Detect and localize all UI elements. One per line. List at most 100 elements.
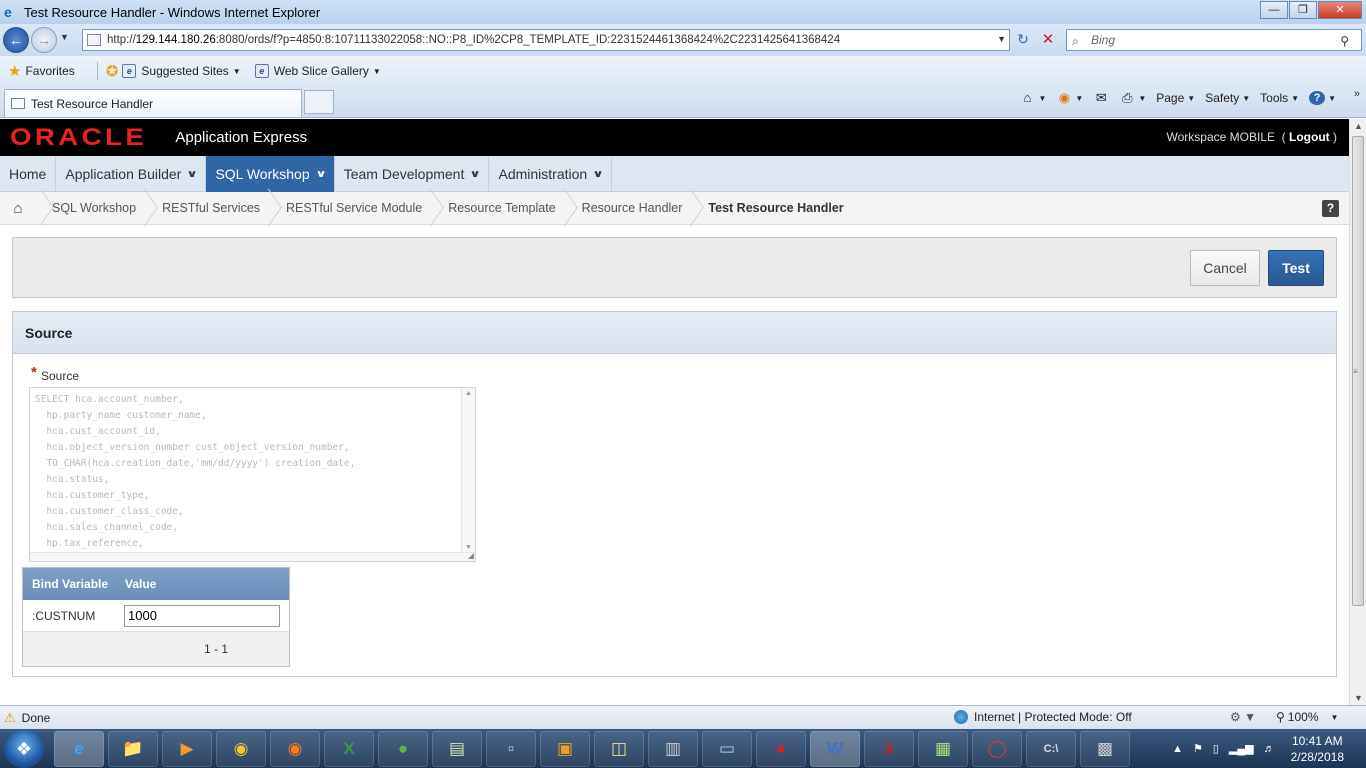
code-line: hca.customer_type, bbox=[35, 490, 150, 501]
address-dropdown-icon[interactable]: ▼ bbox=[997, 34, 1006, 44]
taskbar-remote-desktop-icon[interactable]: ▭ bbox=[702, 730, 752, 767]
taskbar-explorer-icon[interactable]: 📁 bbox=[108, 730, 158, 767]
taskbar-command-prompt-icon[interactable]: C:\ bbox=[1026, 730, 1076, 767]
volume-muted-icon[interactable]: ♬ bbox=[1264, 743, 1275, 755]
breadcrumb-restful-service-module[interactable]: RESTful Service Module bbox=[274, 192, 436, 225]
bind-variables-table: Bind Variable Value :CUSTNUM 1 - 1 bbox=[22, 567, 290, 667]
scroll-up-icon[interactable]: ▲ bbox=[1354, 121, 1363, 131]
taskbar-fortinet-icon[interactable]: ◯ bbox=[972, 730, 1022, 767]
address-bar[interactable]: http://129.144.180.26:8080/ords/f?p=4850… bbox=[82, 29, 1010, 51]
chevron-down-icon: ∨ bbox=[469, 168, 482, 180]
search-icon[interactable]: ⚲ bbox=[1340, 31, 1349, 51]
source-region-title: Source bbox=[13, 312, 1336, 354]
system-clock[interactable]: 10:41 AM 2/28/2018 bbox=[1291, 733, 1344, 765]
page-menu[interactable]: Page ▼ bbox=[1156, 91, 1195, 105]
nav-application-builder[interactable]: Application Builder ∨ bbox=[56, 156, 207, 192]
zoom-control[interactable]: ⚲ 100% ▼ bbox=[1276, 710, 1338, 724]
chevron-down-icon: ∨ bbox=[314, 168, 327, 180]
forward-button[interactable]: → bbox=[31, 27, 57, 53]
cancel-button[interactable]: Cancel bbox=[1190, 250, 1260, 286]
web-slice-gallery-link[interactable]: e Web Slice Gallery ▼ bbox=[254, 64, 381, 78]
taskbar-cherry-icon[interactable]: ● bbox=[756, 730, 806, 767]
zoom-icon: ⚲ bbox=[1276, 710, 1285, 724]
nav-administration[interactable]: Administration ∨ bbox=[489, 156, 613, 192]
chevron-down-icon: ∨ bbox=[592, 168, 604, 180]
taskbar-virtualbox-icon[interactable]: ▣ bbox=[540, 730, 590, 767]
help-menu[interactable]: ? ▼ bbox=[1309, 91, 1336, 105]
taskbar-database-icon[interactable]: ▥ bbox=[648, 730, 698, 767]
taskbar: ❖ e 📁 ▶ ◉ ◉ X ● ▤ ▫ ▣ ◫ ▥ ▭ ● W λ ▦ ◯ C:… bbox=[0, 729, 1366, 768]
column-header-bind-variable: Bind Variable bbox=[32, 577, 109, 591]
flag-icon[interactable]: ⚑ bbox=[1193, 742, 1203, 755]
oracle-logo: ORACLE bbox=[10, 123, 148, 151]
signal-icon[interactable]: ▂▄▆ bbox=[1229, 742, 1254, 755]
taskbar-folder-icon[interactable]: ◫ bbox=[594, 730, 644, 767]
close-window-button[interactable]: ✕ bbox=[1318, 1, 1362, 19]
start-button[interactable]: ❖ bbox=[4, 729, 44, 768]
feeds-button[interactable]: ◉ ▼ bbox=[1056, 91, 1084, 105]
tab-row: Test Resource Handler ⌂ ▼ ◉ ▼ ✉ ⎙ ▼ Page ▼ S… bbox=[0, 86, 1366, 118]
read-mail-button[interactable]: ✉ bbox=[1093, 91, 1109, 105]
bind-value-input[interactable] bbox=[124, 604, 280, 627]
scroll-down-icon[interactable]: ▼ bbox=[465, 544, 472, 551]
url-host: 129.144.180.26 bbox=[135, 34, 216, 46]
refresh-icon[interactable]: ↻ bbox=[1013, 31, 1033, 49]
scroll-down-icon[interactable]: ▼ bbox=[1354, 693, 1363, 703]
suggested-sites-link[interactable]: e Suggested Sites ▼ bbox=[122, 64, 241, 78]
taskbar-chart-app-icon[interactable]: ▤ bbox=[432, 730, 482, 767]
breadcrumb-resource-handler[interactable]: Resource Handler bbox=[570, 192, 697, 225]
breadcrumb-resource-template[interactable]: Resource Template bbox=[436, 192, 569, 225]
breadcrumb-restful-services[interactable]: RESTful Services bbox=[150, 192, 274, 225]
nav-team-development[interactable]: Team Development ∨ bbox=[335, 156, 490, 192]
search-input[interactable]: ⌕ Bing ⚲ bbox=[1066, 29, 1362, 51]
breadcrumb-current: Test Resource Handler bbox=[708, 200, 844, 215]
nav-sql-workshop[interactable]: SQL Workshop ∨ bbox=[206, 156, 335, 192]
back-button[interactable]: ← bbox=[3, 27, 29, 53]
clock-time: 10:41 AM bbox=[1291, 733, 1343, 748]
add-favorite-icon[interactable]: ✪ bbox=[106, 62, 119, 80]
breadcrumb-sql-workshop[interactable]: SQL Workshop bbox=[40, 192, 150, 225]
page-icon bbox=[87, 34, 101, 46]
taskbar-ie-icon[interactable]: e bbox=[54, 730, 104, 767]
scroll-up-icon[interactable]: ▲ bbox=[465, 390, 472, 397]
logout-link[interactable]: Logout bbox=[1289, 130, 1330, 144]
security-zone[interactable]: Internet | Protected Mode: Off bbox=[954, 710, 1132, 724]
stop-icon[interactable]: ✕ bbox=[1038, 30, 1058, 48]
home-button[interactable]: ⌂ ▼ bbox=[1019, 91, 1047, 105]
tab-test-resource-handler[interactable]: Test Resource Handler bbox=[4, 89, 302, 117]
taskbar-media-player-icon[interactable]: ▶ bbox=[162, 730, 212, 767]
taskbar-terminal-tool-icon[interactable]: ▦ bbox=[918, 730, 968, 767]
safety-menu[interactable]: Safety ▼ bbox=[1205, 91, 1250, 105]
source-textarea[interactable]: SELECT hca.account_number, hp.party_name… bbox=[29, 387, 476, 562]
new-tab-button[interactable] bbox=[304, 90, 334, 114]
favorites-button[interactable]: ★ Favorites bbox=[0, 62, 75, 80]
taskbar-frog-app-icon[interactable]: ● bbox=[378, 730, 428, 767]
minimize-button[interactable]: — bbox=[1260, 1, 1288, 19]
taskbar-excel-icon[interactable]: X bbox=[324, 730, 374, 767]
device-icon[interactable]: ▯ bbox=[1213, 742, 1219, 755]
resize-handle-icon[interactable]: ◢ bbox=[468, 551, 474, 560]
code-line: hp.party_name customer_name, bbox=[35, 410, 207, 421]
taskbar-word-icon[interactable]: W bbox=[810, 730, 860, 767]
maximize-button[interactable]: ❐ bbox=[1289, 1, 1317, 19]
nav-home[interactable]: Home bbox=[0, 156, 57, 192]
page-scrollbar[interactable]: ▲ ≡ ▼ bbox=[1349, 119, 1366, 705]
change-settings-icon[interactable]: ⚙ ▼ bbox=[1230, 710, 1256, 724]
test-button[interactable]: Test bbox=[1268, 250, 1324, 286]
safety-menu-label: Safety bbox=[1205, 91, 1240, 105]
taskbar-network-icon[interactable]: ▩ bbox=[1080, 730, 1130, 767]
window-titlebar: e Test Resource Handler - Windows Intern… bbox=[0, 0, 1366, 24]
help-icon[interactable]: ? bbox=[1322, 200, 1339, 217]
taskbar-notepad-icon[interactable]: ▫ bbox=[486, 730, 536, 767]
tools-menu[interactable]: Tools ▼ bbox=[1260, 91, 1299, 105]
ie-page-icon: e bbox=[122, 64, 137, 78]
print-button[interactable]: ⎙ ▼ bbox=[1119, 91, 1146, 105]
taskbar-chrome-icon[interactable]: ◉ bbox=[216, 730, 266, 767]
taskbar-firefox-icon[interactable]: ◉ bbox=[270, 730, 320, 767]
search-provider-icon: ⌕ bbox=[1072, 34, 1079, 48]
recent-pages-dropdown-icon[interactable]: ▼ bbox=[60, 32, 69, 42]
show-hidden-icons-icon[interactable]: ▲ bbox=[1172, 743, 1183, 755]
textarea-scrollbar[interactable]: ▲ ▼ bbox=[461, 388, 475, 553]
taskbar-acrobat-icon[interactable]: λ bbox=[864, 730, 914, 767]
more-commands-icon[interactable]: » bbox=[1354, 88, 1360, 100]
